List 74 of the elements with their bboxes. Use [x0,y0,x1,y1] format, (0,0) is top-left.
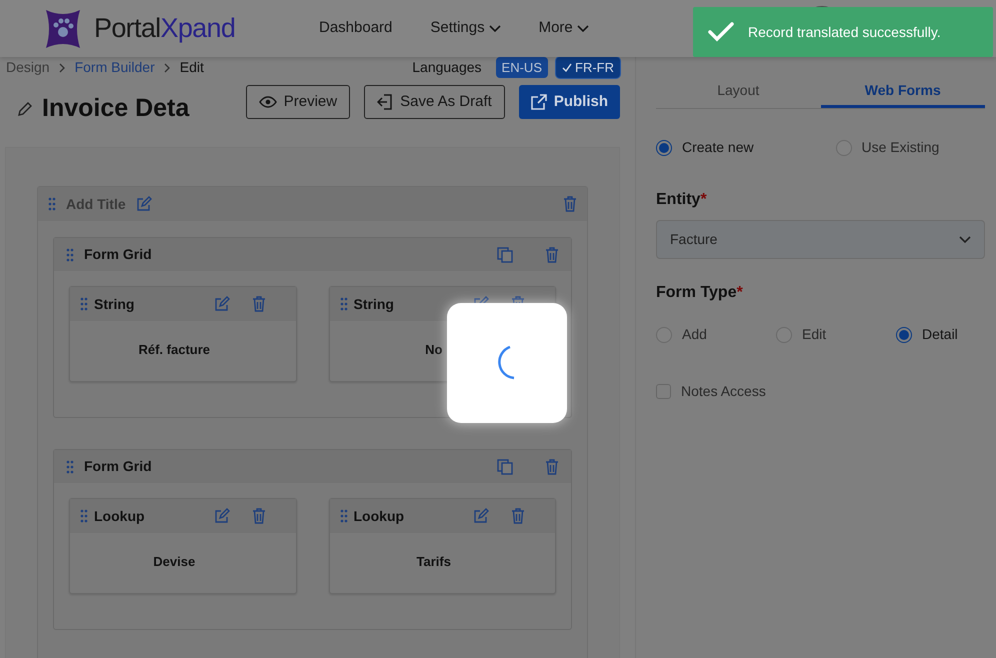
trash-icon[interactable] [545,458,559,474]
drag-handle-icon[interactable] [80,509,88,523]
check-icon [708,22,734,42]
edit-icon[interactable] [136,196,152,212]
radio-button[interactable] [656,140,672,156]
option-label: Detail [922,325,958,344]
trash-icon[interactable] [252,508,266,524]
nav-link[interactable]: Dashboard [319,17,392,40]
checkbox[interactable] [656,384,671,399]
field-type: String [94,294,134,314]
field-card[interactable]: Lookup Tarifs [328,498,556,594]
option-label: Edit [802,325,826,344]
drag-handle-icon[interactable] [66,460,74,474]
trash-icon[interactable] [545,246,559,262]
field-label: No [425,341,442,359]
breadcrumb-item[interactable]: Design [6,57,50,78]
field-label: Réf. facture [138,341,210,359]
action-button[interactable]: Publish [518,85,620,119]
trash-icon[interactable] [563,196,577,212]
exit-icon [377,94,394,110]
language-tag[interactable]: FR-FR [556,57,620,78]
field-label: Devise [153,553,196,571]
radio-button[interactable] [896,326,912,342]
panel-tab[interactable]: Layout [656,76,820,108]
option-label: Use Existing [862,138,940,157]
drag-handle-icon[interactable] [48,197,56,211]
toast-message: Record translated successfully. [748,22,941,42]
language-tag[interactable]: EN-US [496,57,548,78]
field-card[interactable]: Lookup Devise [69,498,296,594]
breadcrumb-item[interactable]: Form Builder [74,57,155,78]
radio-button[interactable] [836,140,852,156]
field-type: String [354,294,394,314]
edit-icon[interactable] [214,296,230,312]
checkbox-label: Notes Access [681,382,766,401]
brand-name: PortalXpand [94,12,236,46]
grid-title: Form Grid [84,457,152,476]
panel-tab[interactable]: Web Forms [820,76,985,108]
entity-label: Entity* [656,190,708,210]
copy-icon[interactable] [497,246,513,262]
form-type-label: Form Type* [656,283,744,303]
drag-handle-icon[interactable] [66,248,74,262]
radio-button[interactable] [776,326,792,342]
chevron-right-icon [164,62,171,72]
chevron-right-icon [58,62,66,72]
action-button[interactable]: Save As Draft [364,85,505,119]
copy-icon[interactable] [497,458,513,474]
field-card[interactable]: String Réf. facture [69,286,296,382]
eye-icon [258,96,277,108]
section-title: Add Title [66,194,126,214]
edit-icon[interactable] [214,508,230,524]
trash-icon[interactable] [511,508,525,524]
grid-title: Form Grid [84,245,152,264]
drag-handle-icon[interactable] [80,297,88,311]
action-button[interactable]: Preview [246,85,350,119]
field-type: Lookup [354,506,404,526]
pencil-icon[interactable] [18,102,32,116]
trash-icon[interactable] [252,296,266,312]
field-label: Tarifs [416,553,451,571]
entity-select[interactable]: Facture [656,220,985,259]
edit-icon[interactable] [473,508,489,524]
external-link-icon [530,94,547,110]
radio-button[interactable] [656,326,672,342]
form-title: Invoice Deta [42,93,190,124]
option-label: Create new [682,138,754,157]
check-icon [562,63,572,72]
option-label: Add [682,325,707,344]
field-type: Lookup [94,506,145,526]
drag-handle-icon[interactable] [340,297,348,311]
chevron-down-icon [959,236,971,244]
nav-link[interactable]: Settings [430,17,501,40]
drag-handle-icon[interactable] [340,509,348,523]
nav-link[interactable]: More [538,17,589,40]
languages-label: Languages [412,58,482,77]
breadcrumb-current: Edit [180,58,204,77]
